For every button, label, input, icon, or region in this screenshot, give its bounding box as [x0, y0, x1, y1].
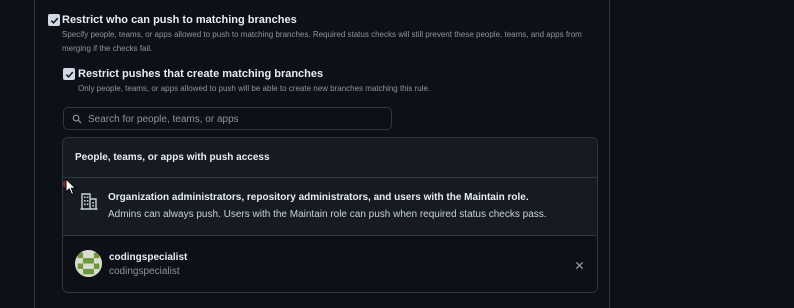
checkmark-icon — [50, 17, 58, 24]
org-admins-title: Organization administrators, repository … — [108, 192, 529, 203]
push-access-header-label: People, teams, or apps with push access — [75, 152, 270, 163]
org-admins-subtitle: Admins can always push. Users with the M… — [108, 209, 547, 220]
restrict-create-checkbox[interactable] — [63, 68, 75, 80]
close-icon — [575, 261, 583, 269]
restrict-create-description: Only people, teams, or apps allowed to p… — [78, 84, 431, 93]
user-row: codingspecialist codingspecialist — [63, 236, 597, 292]
search-input[interactable] — [86, 111, 390, 128]
user-name[interactable]: codingspecialist — [109, 252, 187, 263]
avatar — [75, 250, 102, 277]
restrict-push-description: Specify people, teams, or apps allowed t… — [62, 30, 582, 53]
search-icon — [72, 114, 82, 124]
org-admins-row: Organization administrators, repository … — [63, 178, 597, 236]
restrict-create-title[interactable]: Restrict pushes that create matching bra… — [78, 68, 323, 80]
restrict-push-checkbox[interactable] — [48, 14, 60, 26]
mouse-pointer-icon — [65, 178, 77, 196]
restrict-push-title[interactable]: Restrict who can push to matching branch… — [62, 14, 297, 26]
search-box[interactable] — [63, 107, 392, 130]
user-login: codingspecialist — [109, 266, 180, 277]
checkmark-icon — [65, 71, 73, 78]
identicon-avatar-icon — [75, 250, 102, 277]
remove-user-button[interactable] — [571, 258, 587, 272]
organization-icon — [80, 193, 98, 210]
push-access-panel: People, teams, or apps with push access … — [62, 137, 598, 293]
push-access-header: People, teams, or apps with push access — [63, 138, 597, 178]
